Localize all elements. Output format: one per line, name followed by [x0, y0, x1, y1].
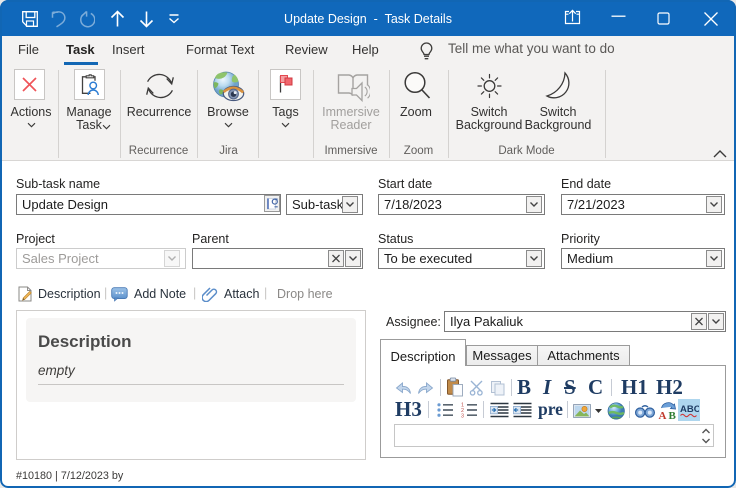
svg-text:B: B: [669, 410, 677, 420]
svg-text:A: A: [659, 410, 667, 420]
svg-text:ABC: ABC: [680, 404, 699, 415]
svg-text:3: 3: [461, 413, 464, 418]
